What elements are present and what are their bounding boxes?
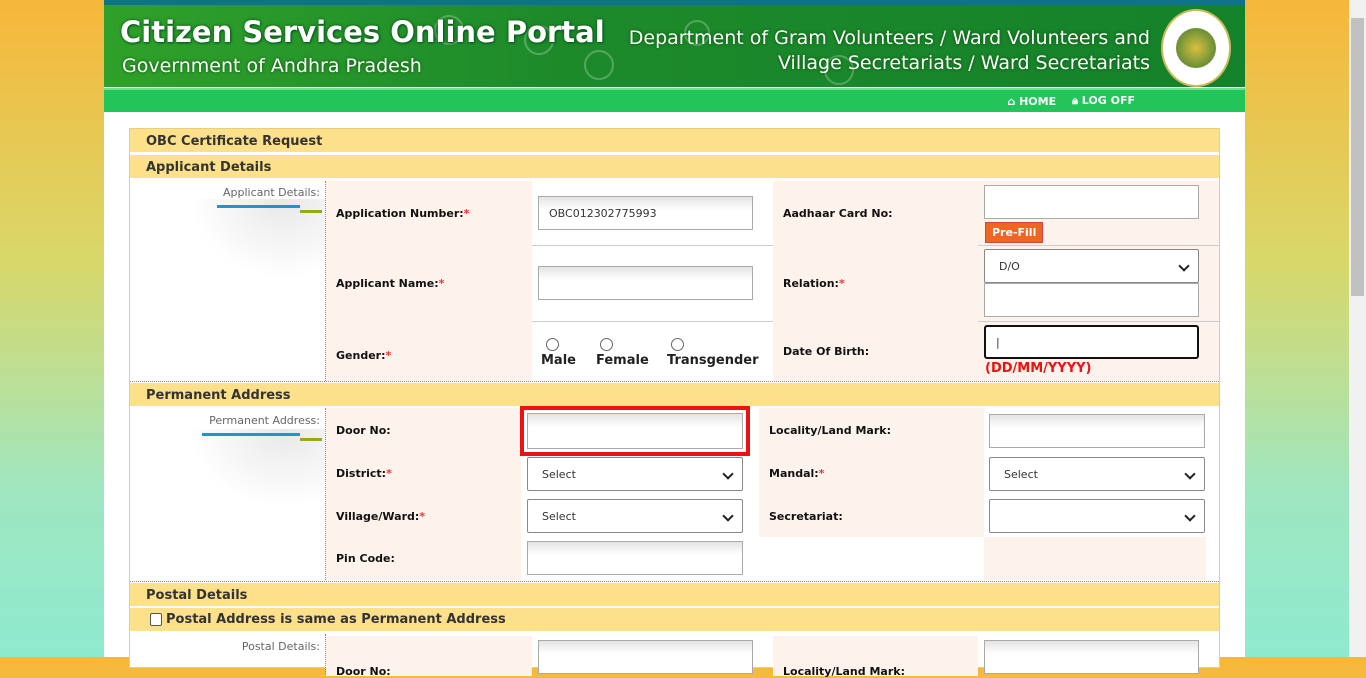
pin-code-input[interactable] [527,541,743,575]
gender-label: Gender: * [326,321,532,381]
obc-form: OBC Certificate Request Applicant Detail… [129,128,1220,678]
permanent-section-header: Permanent Address [130,383,1219,407]
dob-label: Date Of Birth: [773,321,978,381]
village-select[interactable]: Select [527,499,743,533]
department-name: Department of Gram Volunteers / Ward Vol… [628,27,1150,74]
district-select[interactable]: Select [527,457,743,491]
dob-input[interactable]: | [984,325,1199,359]
mandal-select[interactable]: Select [989,457,1205,491]
applicant-side-label: Applicant Details: [222,186,320,199]
portal-subtitle: Government of Andhra Pradesh [122,55,422,77]
same-address-row: Postal Address is same as Permanent Addr… [130,608,1219,632]
village-label: Village/Ward: * [326,495,521,537]
side-bar-green [300,210,322,213]
locality-label: Locality/Land Mark: [759,408,984,452]
secretariat-label: Secretariat: [759,495,984,537]
applicant-name-input[interactable] [538,266,753,300]
scrollbar-thumb[interactable] [1351,18,1364,296]
same-address-checkbox[interactable] [150,613,162,626]
top-nav: ⌂ HOME 🔒︎ LOG OFF [104,88,1245,112]
side-bar-green [300,438,322,441]
aadhaar-input[interactable] [984,185,1199,219]
gender-male-radio[interactable] [546,338,559,351]
home-link[interactable]: ⌂ HOME [1007,95,1056,108]
gender-female-radio[interactable] [600,338,613,351]
prefill-button[interactable]: Pre-Fill [985,222,1044,243]
postal-locality-label: Locality/Land Mark: [773,636,978,678]
side-bar-blue [202,433,300,436]
door-no-label: Door No: [326,408,521,452]
application-number-input[interactable]: OBC012302775993 [538,196,753,230]
relation-select[interactable]: D/O [984,249,1199,283]
permanent-side-label: Permanent Address: [209,414,320,427]
mandal-label: Mandal: * [759,452,984,495]
side-bar-blue [217,205,300,208]
header-banner: Citizen Services Online Portal Governmen… [104,0,1245,87]
postal-section-header: Postal Details [130,583,1219,607]
postal-side-label: Postal Details: [241,640,320,653]
side-shade [190,429,325,509]
application-number-label: Application Number: * [326,181,532,245]
applicant-section-header: Applicant Details [130,155,1219,179]
gender-male-label: Male [541,353,576,368]
locality-input[interactable] [989,414,1205,448]
relation-name-input[interactable] [984,283,1199,317]
postal-locality-input[interactable] [984,640,1199,674]
postal-door-label: Door No: [326,636,532,678]
relation-label: Relation: * [773,245,978,321]
district-label: District: * [326,452,521,495]
secretariat-select[interactable] [989,499,1205,533]
ap-emblem-logo [1161,9,1231,87]
door-no-input[interactable] [527,413,743,449]
gender-transgender-radio[interactable] [671,338,684,351]
applicant-name-label: Applicant Name: * [326,245,532,321]
pin-code-label: Pin Code: [326,537,521,580]
dob-format-hint: (DD/MM/YYYY) [985,361,1092,376]
aadhaar-label: Aadhaar Card No: [773,181,978,245]
gender-female-label: Female [596,353,649,368]
form-title: OBC Certificate Request [130,129,1219,153]
postal-door-input[interactable] [538,640,753,674]
logoff-link[interactable]: 🔒︎ LOG OFF [1072,94,1135,108]
gender-transgender-label: Transgender [667,353,759,368]
same-address-label[interactable]: Postal Address is same as Permanent Addr… [166,612,506,627]
portal-title: Citizen Services Online Portal [120,15,605,49]
